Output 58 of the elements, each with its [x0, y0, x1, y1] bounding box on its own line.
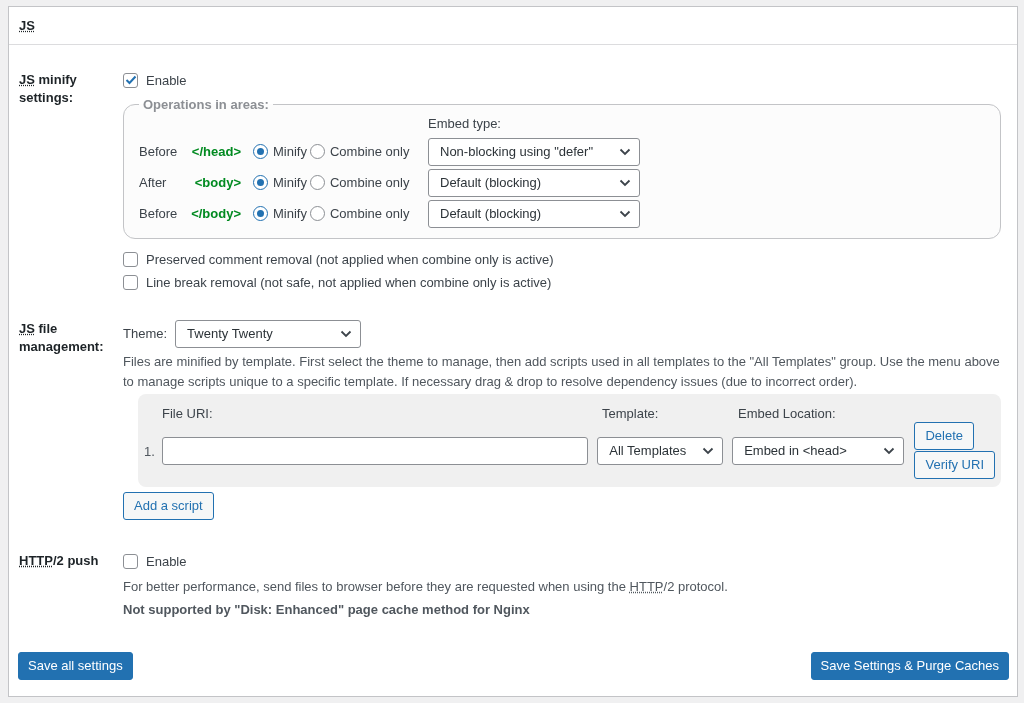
row-button[interactable]: Verify URI [914, 451, 995, 479]
checkbox[interactable] [123, 251, 138, 267]
area-position: Before [139, 204, 179, 223]
add-script-button[interactable]: Add a script [123, 492, 214, 520]
chevron-down-icon [619, 178, 631, 187]
radio-button[interactable] [309, 144, 325, 159]
description-text: For better performance, send files to browser before they are requested when using the HTTP/2 protocol. [123, 577, 728, 596]
column-header: Embed Location: [738, 404, 836, 423]
radio-button[interactable] [253, 144, 268, 159]
checkbox-label: Line break removal (not safe, not applied when combine only is active) [146, 274, 552, 292]
panel-title: JS [19, 18, 35, 33]
html-tag: </body> [187, 203, 241, 224]
save-button[interactable]: Save Settings & Purge Caches [810, 651, 1009, 680]
column-header: Embed type: [428, 115, 501, 133]
note-text: Not supported by "Disk: Enhanced" page cache method for Nginx [123, 601, 531, 619]
html-tag: </head> [187, 141, 241, 162]
checkbox-label: Enable [146, 71, 187, 90]
embed-type-select[interactable]: Non-blocking using "defer" [428, 137, 640, 166]
field-label: Theme: [123, 324, 168, 343]
embed-type-select[interactable]: Default (blocking) [428, 168, 640, 197]
file-uri-field[interactable] [161, 437, 589, 465]
checkbox[interactable] [123, 275, 138, 291]
chevron-down-icon [702, 447, 715, 455]
checkbox-label: Preserved comment removal (not applied when combine only is active) [146, 250, 554, 269]
radio-label: Minify [273, 204, 307, 223]
chevron-down-icon [340, 329, 353, 338]
group-legend: Operations in areas: [139, 98, 273, 111]
area-position: After [139, 173, 168, 192]
radio-button[interactable] [309, 175, 325, 190]
radio-button[interactable] [253, 206, 268, 221]
radio-label: Minify [273, 142, 307, 161]
html-tag: <body> [187, 172, 241, 193]
chevron-down-icon [619, 147, 631, 156]
setting-label: JS minify settings: [19, 70, 78, 108]
embed-location-select[interactable]: Embed in <head> [732, 437, 905, 465]
setting-label: HTTP/2 push [19, 552, 100, 570]
radio-label: Minify [273, 173, 307, 192]
radio-button[interactable] [309, 206, 325, 221]
embed-type-select[interactable]: Default (blocking) [428, 199, 640, 228]
column-header: Template: [602, 404, 660, 423]
chevron-down-icon [619, 209, 631, 218]
row-button[interactable]: Delete [914, 422, 975, 450]
radio-label: Combine only [329, 142, 410, 161]
setting-label: JS file management: [19, 319, 105, 357]
radio-label: Combine only [329, 173, 410, 192]
row-number: 1. [144, 443, 156, 461]
save-button[interactable]: Save all settings [18, 651, 133, 680]
chevron-down-icon [883, 447, 896, 455]
template-select[interactable]: All Templates [597, 437, 724, 465]
checkbox[interactable] [123, 554, 138, 570]
radio-label: Combine only [329, 204, 410, 223]
theme-select[interactable]: Twenty Twenty [175, 319, 362, 348]
area-position: Before [139, 142, 179, 161]
checkbox[interactable] [123, 72, 138, 88]
radio-button[interactable] [253, 175, 268, 190]
column-header: File URI: [162, 404, 214, 423]
checkbox-label: Enable [146, 553, 187, 571]
description-text: Files are minified by template. First select the theme to manage, then add scripts used in all templates to the "All Templates" group. Use the menu above to manage scripts unique to a specific template. If necessary drag & drop to resolve dependency issues (due to incorrect order). [123, 352, 1001, 391]
